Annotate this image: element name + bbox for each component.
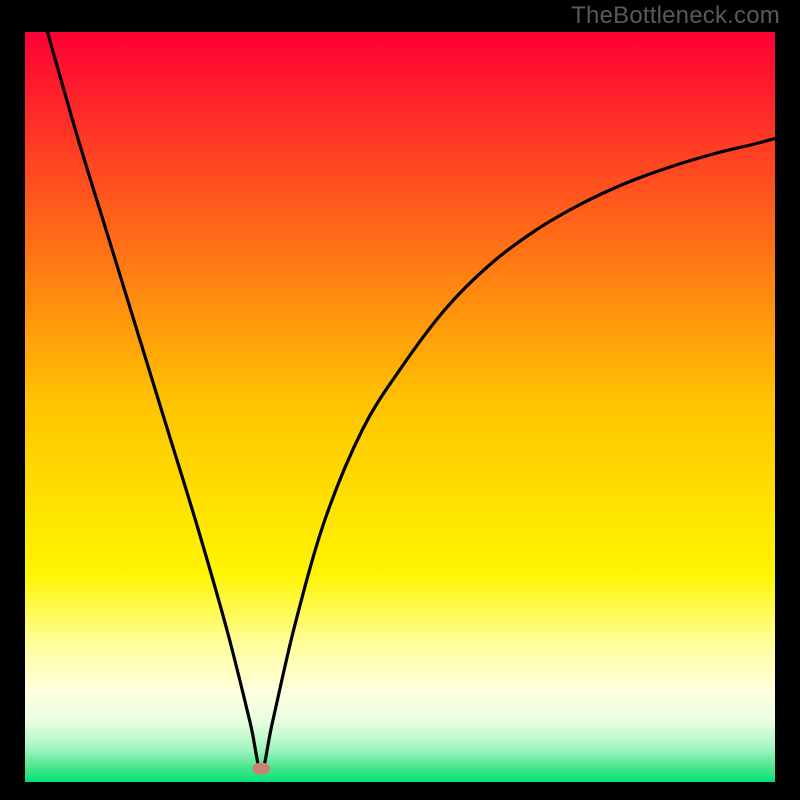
chart-stage: { "watermark": "TheBottleneck.com", "cha… (0, 0, 800, 800)
plot-background (25, 32, 775, 782)
minimum-marker (252, 763, 270, 775)
watermark: TheBottleneck.com (571, 2, 780, 30)
chart-svg (0, 0, 800, 800)
